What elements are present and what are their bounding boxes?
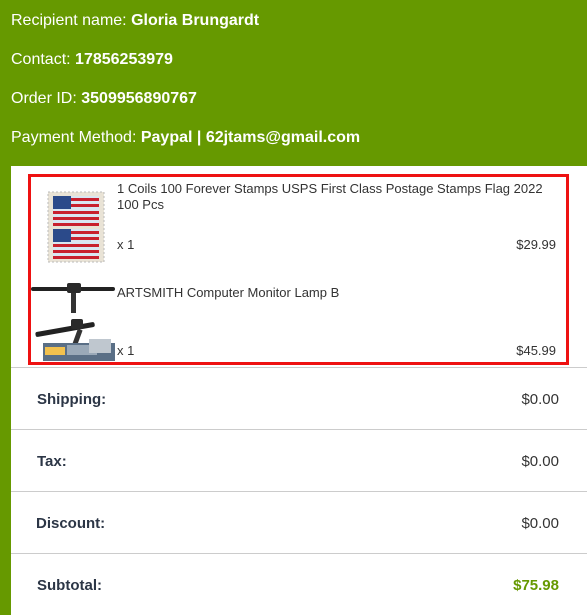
product-price: $29.99 [516, 237, 556, 252]
product-item[interactable]: 1 Coils 100 Forever Stamps USPS First Cl… [31, 177, 566, 269]
contact-line: Contact: 17856253979 [11, 51, 173, 69]
order-card: 1 Coils 100 Forever Stamps USPS First Cl… [11, 166, 587, 615]
payment-label: Payment Method: [11, 129, 137, 146]
recipient-name: Gloria Brungardt [131, 12, 260, 29]
product-item[interactable]: ARTSMITH Computer Monitor Lamp B x 1 $45… [31, 273, 566, 365]
contact-number: 17856253979 [75, 51, 173, 68]
discount-label: Discount: [36, 515, 106, 532]
monitor-lamp-thumbnail-icon [31, 275, 115, 361]
shipping-row: Shipping: $0.00 [11, 367, 587, 429]
discount-row: Discount: $0.00 [11, 491, 587, 553]
subtotal-label: Subtotal: [37, 577, 102, 594]
products-highlight-box: 1 Coils 100 Forever Stamps USPS First Cl… [28, 174, 569, 365]
discount-value: $0.00 [521, 515, 559, 532]
product-price: $45.99 [516, 343, 556, 358]
payment-line: Payment Method: Paypal | 62jtams@gmail.c… [11, 129, 360, 147]
recipient-label: Recipient name: [11, 12, 127, 29]
product-name[interactable]: 1 Coils 100 Forever Stamps USPS First Cl… [117, 181, 562, 213]
subtotal-value: $75.98 [513, 577, 559, 594]
subtotal-row: Subtotal: $75.98 [11, 553, 587, 615]
payment-value: Paypal | 62jtams@gmail.com [140, 129, 361, 146]
tax-value: $0.00 [521, 453, 559, 470]
shipping-value: $0.00 [521, 391, 559, 408]
order-id-line: Order ID: 3509956890767 [11, 90, 197, 108]
contact-label: Contact: [11, 51, 71, 68]
tax-label: Tax: [37, 453, 67, 470]
flag-stamps-thumbnail-icon [47, 191, 105, 263]
shipping-label: Shipping: [37, 391, 107, 408]
tax-row: Tax: $0.00 [11, 429, 587, 491]
order-id-label: Order ID: [11, 90, 77, 107]
product-quantity: x 1 [117, 343, 135, 358]
recipient-line: Recipient name: Gloria Brungardt [11, 12, 259, 30]
order-id-value: 3509956890767 [81, 90, 197, 107]
product-name[interactable]: ARTSMITH Computer Monitor Lamp B [117, 285, 562, 301]
product-quantity: x 1 [117, 237, 135, 252]
